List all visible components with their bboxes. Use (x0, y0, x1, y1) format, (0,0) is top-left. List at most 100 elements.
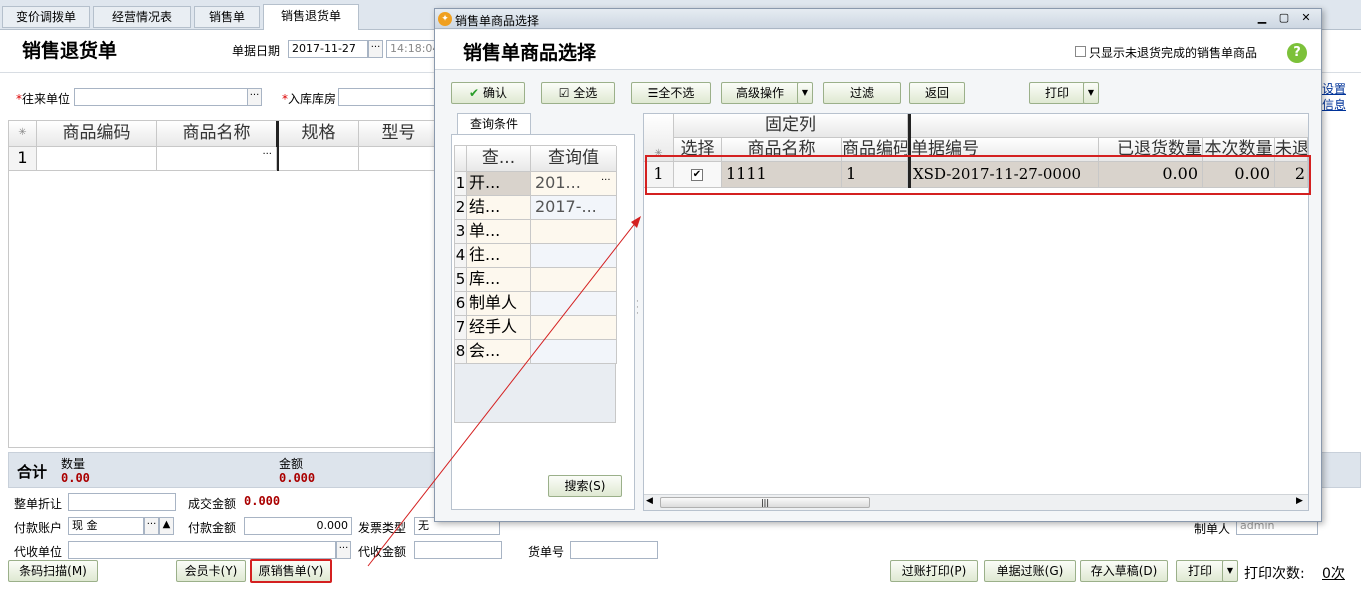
collect-unit-picker[interactable]: ··· (336, 541, 351, 559)
result-row-doc-no[interactable]: XSD-2017-11-27-0000 (911, 162, 1099, 188)
query-row-value[interactable] (531, 268, 617, 292)
warehouse-input[interactable] (338, 88, 438, 106)
tab-business-report[interactable]: 经营情况表 (93, 6, 191, 28)
result-col-code[interactable]: 商品编码 (842, 138, 908, 162)
row-code-cell[interactable] (37, 147, 157, 171)
query-row-name[interactable]: 开... (467, 172, 531, 196)
row-name-cell[interactable]: ··· (157, 147, 277, 171)
query-corner (455, 146, 467, 172)
collect-amount-input[interactable] (414, 541, 502, 559)
query-tab[interactable]: 查询条件 (457, 113, 531, 135)
query-row-name[interactable]: 经手人 (467, 316, 531, 340)
partner-input[interactable] (74, 88, 248, 106)
result-col-name[interactable]: 商品名称 (722, 138, 842, 162)
pay-amount-input[interactable]: 0.000 (244, 517, 352, 535)
only-unreturned-checkbox[interactable] (1075, 46, 1086, 57)
dialog-titlebar[interactable]: ✦ 销售单商品选择 ▁ ▢ ✕ (435, 9, 1321, 29)
save-draft-button[interactable]: 存入草稿(D) (1080, 560, 1168, 582)
date-label: 单据日期 (232, 44, 281, 58)
row-spec-cell[interactable] (279, 147, 359, 171)
result-row-remain[interactable]: 2 (1275, 162, 1308, 188)
result-row-select-cell[interactable]: ✔ (674, 162, 722, 188)
result-row-number: 1 (644, 162, 674, 188)
post-button[interactable]: 单据过账(G) (984, 560, 1076, 582)
query-row-value[interactable]: 2017-... (531, 196, 617, 220)
query-row-name[interactable]: 往... (467, 244, 531, 268)
dialog-print-button[interactable]: 打印 (1029, 82, 1085, 104)
time-input[interactable]: 14:18:04 (386, 40, 438, 58)
print-count-value[interactable]: 0次 (1322, 563, 1345, 583)
minimize-icon[interactable]: ▁ (1255, 11, 1269, 24)
result-row-code[interactable]: 1 (842, 162, 908, 188)
select-none-button[interactable]: ☰全不选 (631, 82, 711, 104)
query-row-name[interactable]: 库... (467, 268, 531, 292)
result-row-returned-qty[interactable]: 0.00 (1099, 162, 1203, 188)
query-value-picker[interactable]: ··· (601, 175, 611, 186)
discount-input[interactable] (68, 493, 176, 511)
original-sales-order-button[interactable]: 原销售单(Y) (250, 559, 332, 583)
query-row-value[interactable] (531, 316, 617, 340)
query-row-value[interactable] (531, 340, 617, 364)
result-row-this-qty[interactable]: 0.00 (1203, 162, 1275, 188)
query-row-value[interactable] (531, 292, 617, 316)
pay-account-picker[interactable]: ··· (144, 517, 159, 535)
close-icon[interactable]: ✕ (1299, 11, 1313, 24)
tab-sales-return[interactable]: 销售退货单 (263, 4, 359, 30)
query-row-name[interactable]: 会... (467, 340, 531, 364)
tab-sales[interactable]: 销售单 (194, 6, 260, 28)
result-col-doc-no[interactable]: 单据编号 (911, 138, 1099, 162)
query-row-name[interactable]: 制单人 (467, 292, 531, 316)
query-col-name[interactable]: 查... (467, 146, 531, 172)
select-all-button[interactable]: ☑ 全选 (541, 82, 615, 104)
cargo-no-input[interactable] (570, 541, 658, 559)
checkbox-icon: ☑ (558, 86, 570, 100)
result-row-name[interactable]: 1111 (722, 162, 842, 188)
query-row-number: 4 (455, 244, 467, 268)
info-link[interactable]: 信息 (1322, 96, 1346, 113)
pay-account-input[interactable]: 现 金 (68, 517, 144, 535)
date-picker-button[interactable]: ··· (368, 40, 383, 58)
filter-button[interactable]: 过滤 (823, 82, 901, 104)
splitter-handle[interactable]: · · · (636, 298, 642, 319)
print-button[interactable]: 打印 (1176, 560, 1224, 582)
pay-account-spin[interactable]: ▲ (159, 517, 174, 535)
print-dropdown-button[interactable]: ▼ (1222, 560, 1238, 582)
back-button[interactable]: 返回 (909, 82, 965, 104)
col-header-spec[interactable]: 规格 (279, 121, 359, 147)
col-header-code[interactable]: 商品编码 (37, 121, 157, 147)
col-header-model[interactable]: 型号 (359, 121, 439, 147)
settings-link[interactable]: 设置 (1322, 80, 1346, 97)
result-col-remain[interactable]: 未退 (1275, 138, 1308, 162)
result-col-select[interactable]: 选择 (674, 138, 722, 162)
advanced-dropdown-button[interactable]: ▼ (797, 82, 813, 104)
barcode-scan-button[interactable]: 条码扫描(M) (8, 560, 98, 582)
result-col-returned-qty[interactable]: 已退货数量 (1099, 138, 1203, 162)
tab-price-transfer[interactable]: 变价调拨单 (2, 6, 90, 28)
scrollbar-thumb[interactable]: ||| (660, 497, 870, 508)
search-button[interactable]: 搜索(S) (548, 475, 622, 497)
member-card-button[interactable]: 会员卡(Y) (176, 560, 246, 582)
result-row-checkbox[interactable]: ✔ (691, 169, 703, 181)
scroll-left-icon[interactable]: ◀ (646, 496, 653, 506)
query-row-value[interactable] (531, 220, 617, 244)
query-row-name[interactable]: 单... (467, 220, 531, 244)
row-number: 1 (9, 147, 37, 171)
row-name-picker[interactable]: ··· (262, 149, 272, 160)
collect-unit-input[interactable] (68, 541, 336, 559)
col-header-name[interactable]: 商品名称 (157, 121, 277, 147)
help-icon[interactable]: ? (1287, 43, 1307, 63)
scroll-right-icon[interactable]: ▶ (1296, 496, 1303, 506)
query-row-value[interactable] (531, 244, 617, 268)
confirm-button[interactable]: ✔ 确认 (451, 82, 525, 104)
advanced-button[interactable]: 高级操作 (721, 82, 799, 104)
horizontal-scrollbar[interactable]: ◀ ||| ▶ (644, 494, 1308, 510)
maximize-icon[interactable]: ▢ (1277, 11, 1291, 24)
post-print-button[interactable]: 过账打印(P) (890, 560, 978, 582)
result-col-this-qty[interactable]: 本次数量 (1203, 138, 1275, 162)
date-input[interactable]: 2017-11-27 (288, 40, 368, 58)
query-col-value[interactable]: 查询值 (531, 146, 617, 172)
partner-picker-button[interactable]: ··· (247, 88, 262, 106)
query-row-name[interactable]: 结... (467, 196, 531, 220)
row-model-cell[interactable] (359, 147, 439, 171)
dialog-print-dropdown[interactable]: ▼ (1083, 82, 1099, 104)
